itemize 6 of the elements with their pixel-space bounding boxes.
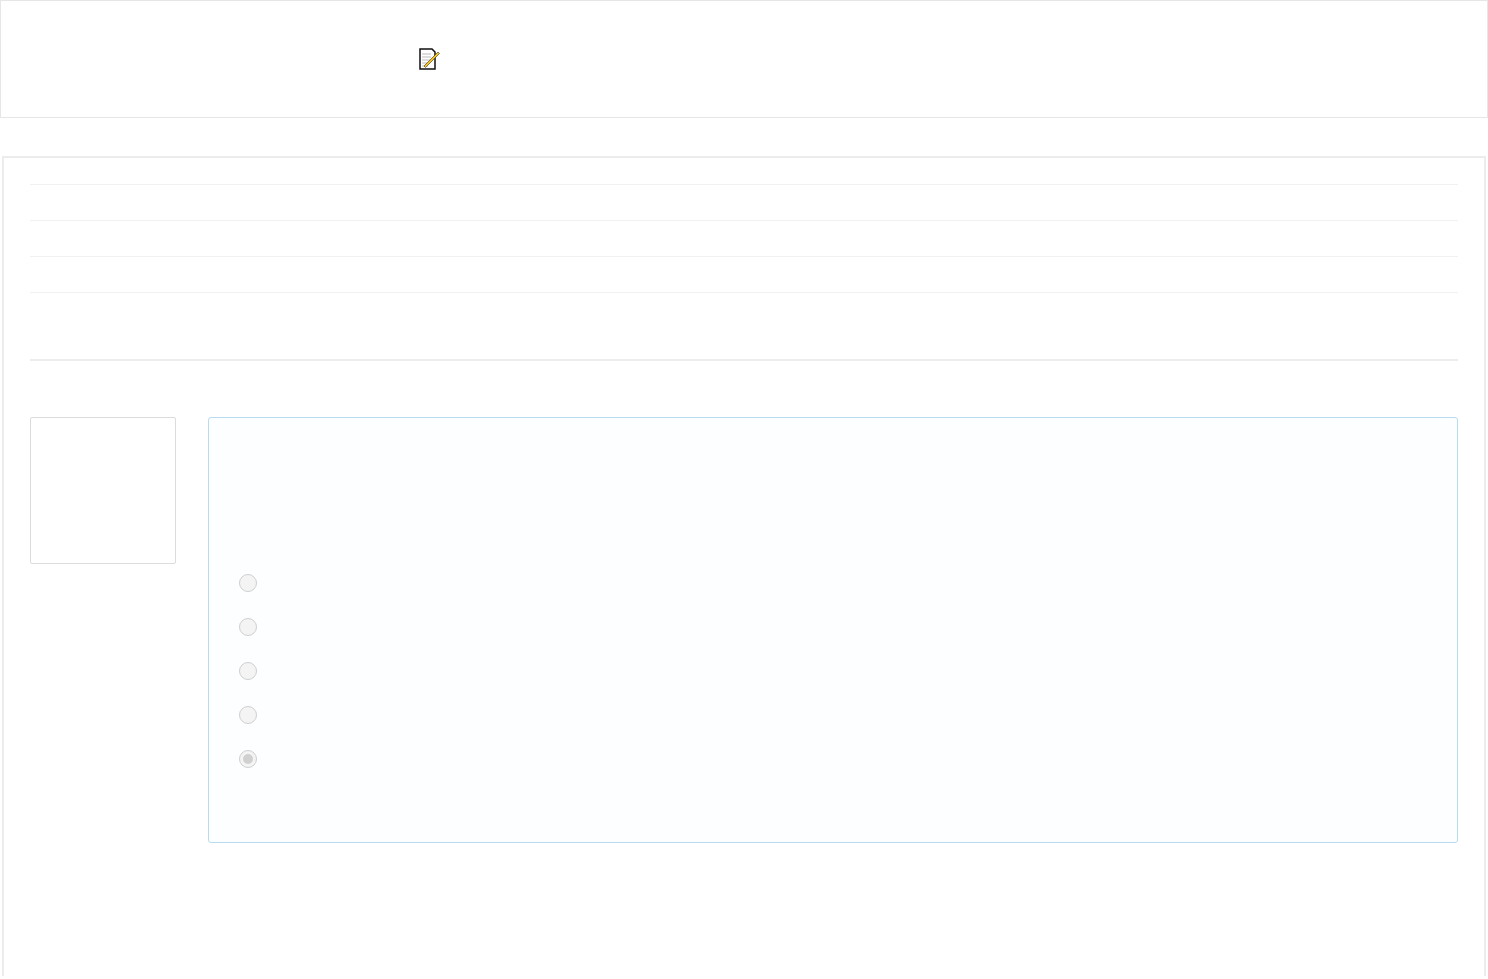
radio-button[interactable]	[239, 662, 257, 680]
notepad-pencil-icon	[417, 46, 441, 71]
radio-button[interactable]	[239, 750, 257, 768]
radio-button[interactable]	[239, 706, 257, 724]
radio-button[interactable]	[239, 574, 257, 592]
radio-button[interactable]	[239, 618, 257, 636]
